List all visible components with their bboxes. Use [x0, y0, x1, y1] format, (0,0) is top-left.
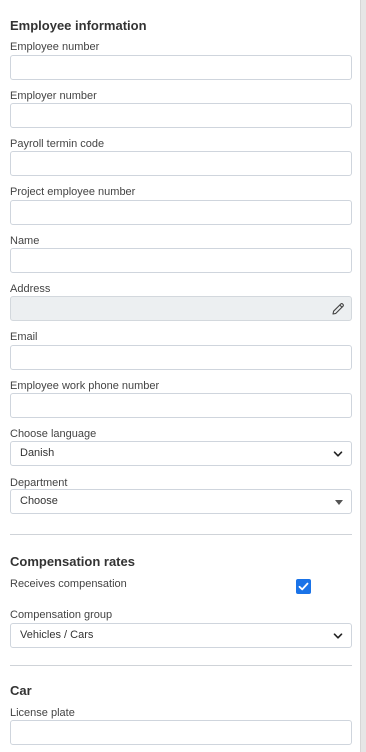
project-employee-number-input[interactable] — [10, 200, 352, 225]
car-section-title: Car — [10, 683, 32, 698]
compensation-group-selected-value: Vehicles / Cars — [20, 629, 94, 641]
department-label: Department — [10, 477, 68, 489]
address-label: Address — [10, 283, 51, 295]
divider — [10, 665, 352, 666]
employee-number-input[interactable] — [10, 55, 352, 80]
receives-compensation-label: Receives compensation — [10, 578, 127, 590]
employer-number-label: Employer number — [10, 90, 97, 102]
name-input[interactable] — [10, 248, 352, 273]
receives-compensation-checkbox[interactable] — [296, 579, 311, 594]
license-plate-label: License plate — [10, 707, 75, 719]
work-phone-input[interactable] — [10, 393, 352, 418]
project-employee-number-label: Project employee number — [10, 186, 136, 198]
scrollbar[interactable] — [360, 0, 366, 752]
language-select[interactable]: Danish — [10, 441, 352, 466]
employee-section-title: Employee information — [10, 18, 147, 33]
payroll-termin-code-label: Payroll termin code — [10, 138, 105, 150]
employee-number-label: Employee number — [10, 41, 100, 53]
compensation-group-select[interactable]: Vehicles / Cars — [10, 623, 352, 648]
language-selected-value: Danish — [20, 447, 55, 459]
email-label: Email — [10, 331, 38, 343]
name-label: Name — [10, 235, 40, 247]
caret-down-icon — [335, 500, 343, 505]
email-input[interactable] — [10, 345, 352, 370]
department-select[interactable]: Choose — [10, 489, 352, 514]
pencil-icon[interactable] — [331, 302, 345, 316]
payroll-termin-code-input[interactable] — [10, 151, 352, 176]
chevron-down-icon — [333, 633, 343, 639]
language-label: Choose language — [10, 428, 97, 440]
department-selected-value: Choose — [20, 495, 58, 507]
compensation-group-label: Compensation group — [10, 609, 113, 621]
work-phone-label: Employee work phone number — [10, 380, 160, 392]
divider — [10, 534, 352, 535]
chevron-down-icon — [333, 451, 343, 457]
address-field — [10, 296, 352, 321]
license-plate-input[interactable] — [10, 720, 352, 745]
employer-number-input[interactable] — [10, 103, 352, 128]
check-icon — [298, 582, 309, 591]
compensation-section-title: Compensation rates — [10, 554, 135, 569]
